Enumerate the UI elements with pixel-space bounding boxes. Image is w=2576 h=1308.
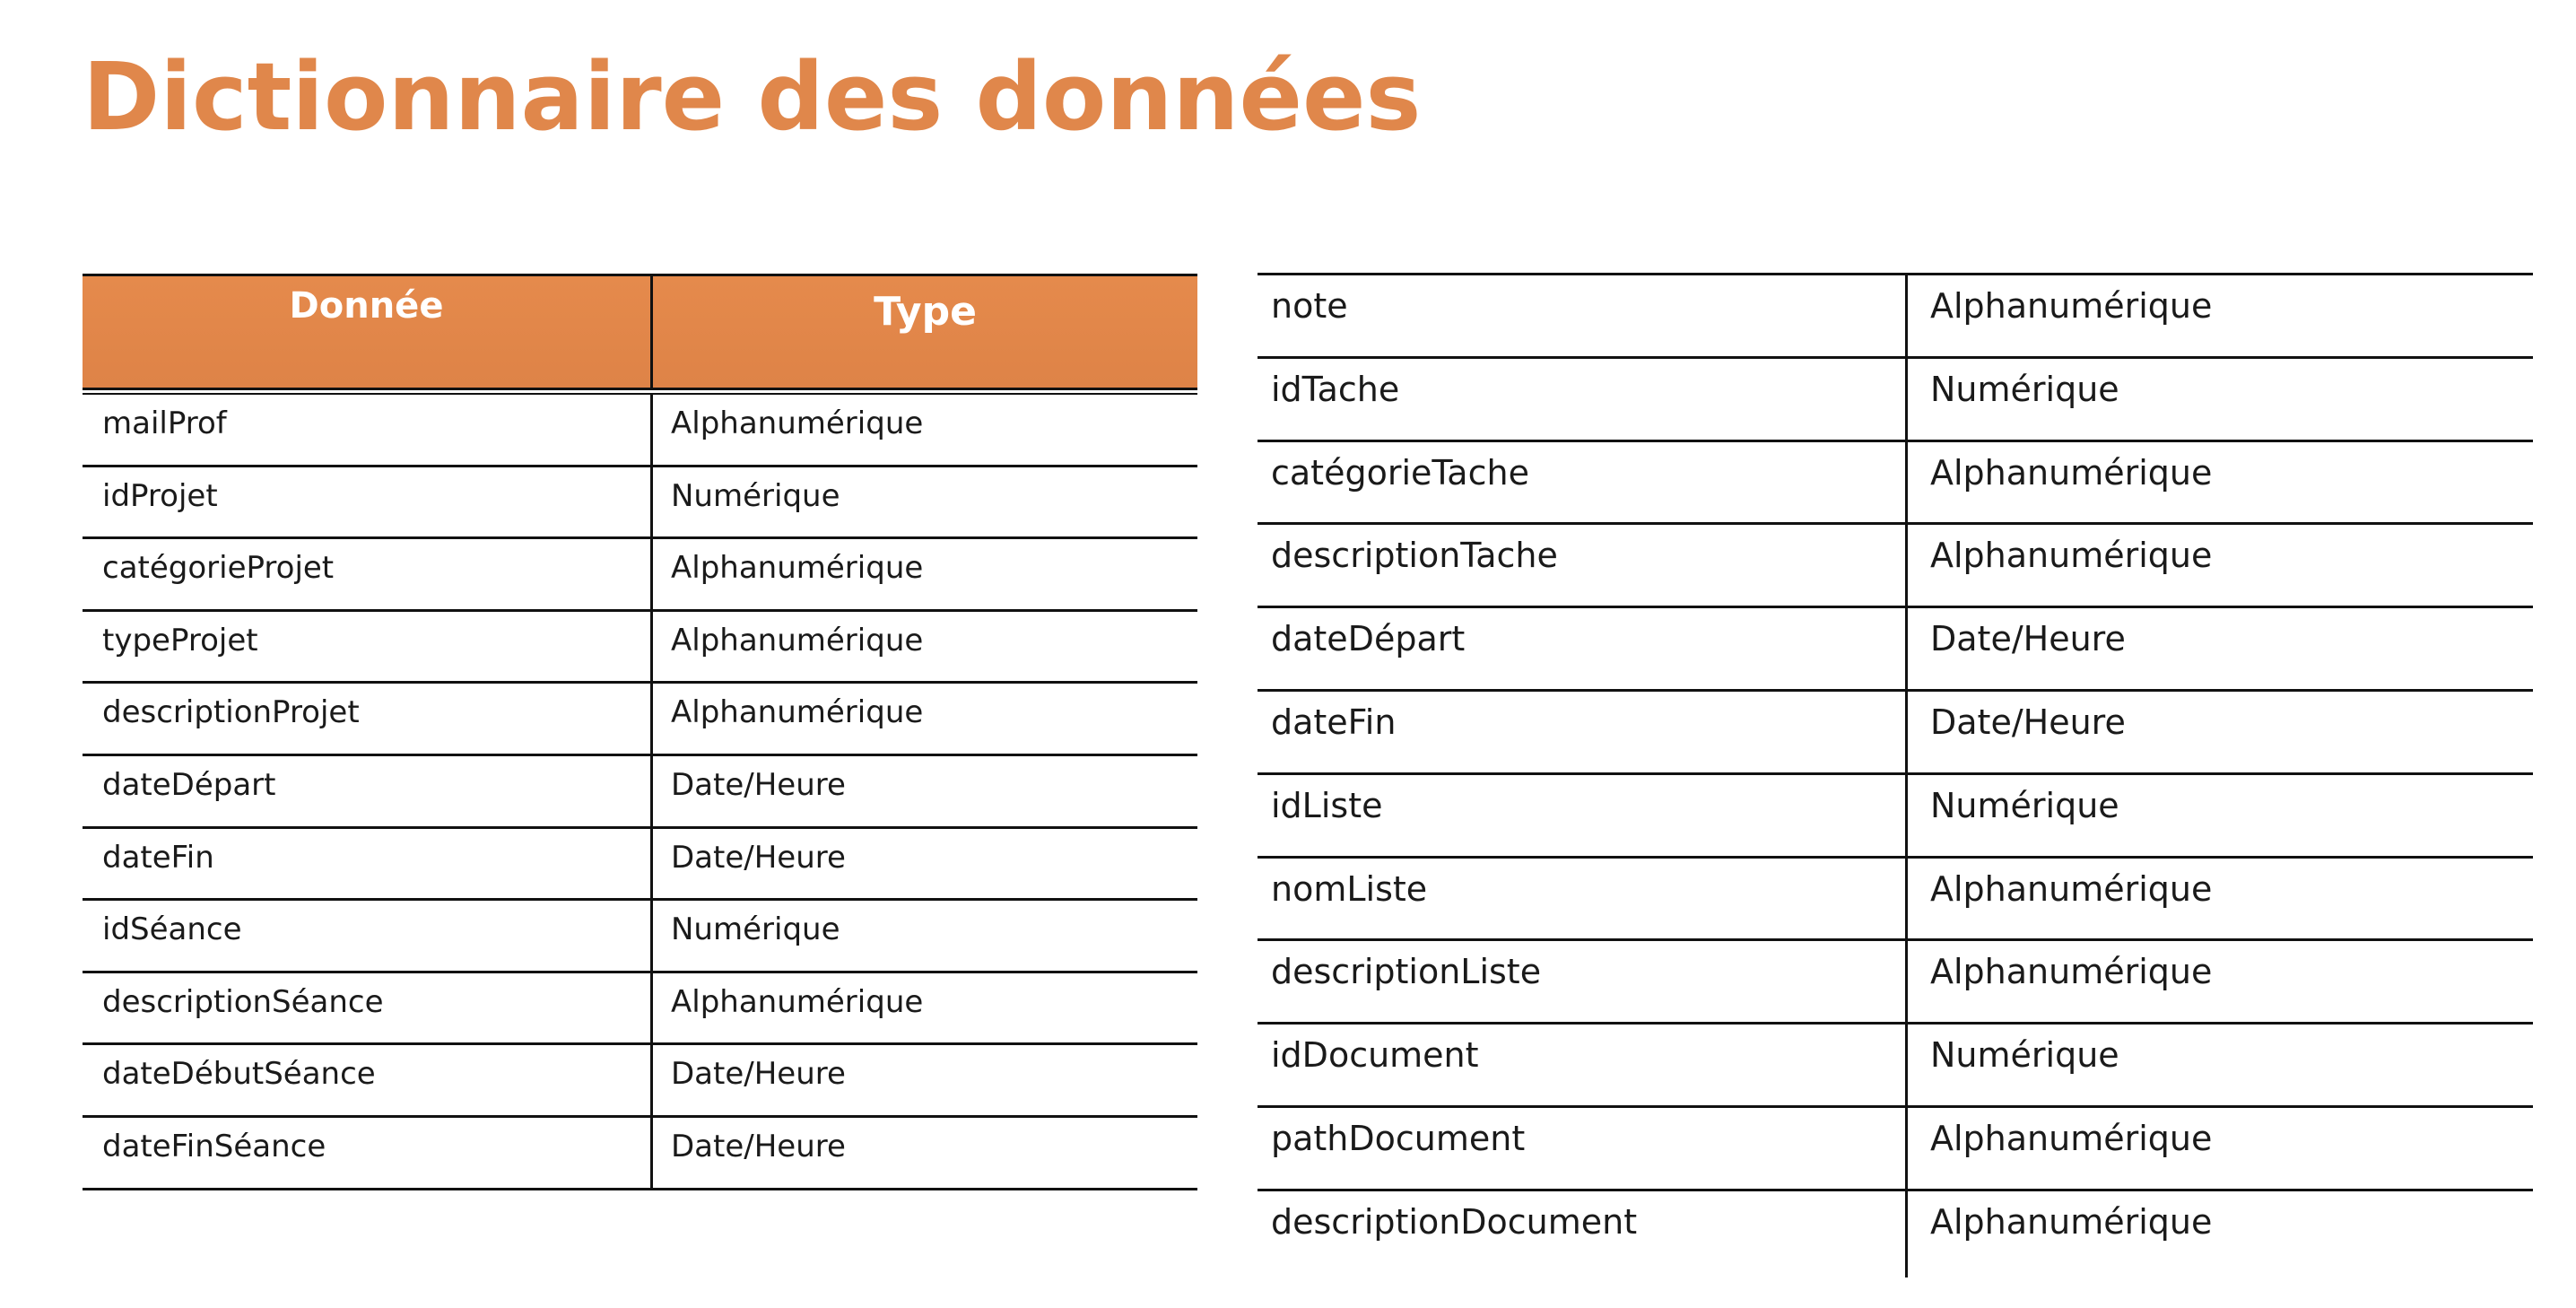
field-type-cell: Alphanumérique <box>671 983 924 1020</box>
table-row: dateFin Date/Heure <box>83 828 1197 902</box>
field-name-cell: idProjet <box>83 467 653 537</box>
table-row: dateDépart Date/Heure <box>1258 608 2533 692</box>
field-type-cell: Alphanumérique <box>1930 536 2213 576</box>
table-body: note Alphanumérique idTache Numérique catégo… <box>1258 275 2533 1277</box>
field-name-cell: descriptionSéance <box>83 972 653 1043</box>
field-type-cell: Date/Heure <box>1930 619 2126 659</box>
field-type-cell: Alphanumérique <box>1930 952 2213 992</box>
field-name-cell: descriptionListe <box>1258 941 1908 1023</box>
table-row: idTache Numérique <box>1258 358 2533 442</box>
field-name-cell: dateFinSéance <box>83 1117 653 1188</box>
table-row: descriptionTache Alphanumérique <box>1258 525 2533 609</box>
field-type-cell: Alphanumérique <box>671 694 924 731</box>
table-row: descriptionListe Alphanumérique <box>1258 941 2533 1025</box>
field-type-cell: Numérique <box>671 477 840 514</box>
data-dictionary-table-right: note Alphanumérique idTache Numérique catégo… <box>1258 273 2533 1277</box>
field-type-cell: Date/Heure <box>1930 702 2126 742</box>
field-type-cell: Date/Heure <box>671 766 846 803</box>
table-row: catégorieTache Alphanumérique <box>1258 441 2533 526</box>
field-type-cell: Alphanumérique <box>671 622 924 658</box>
table-row: idListe Numérique <box>1258 774 2533 859</box>
table-body: mailProf Alphanumérique idProjet Numérique c… <box>83 395 1197 1190</box>
field-name-cell: descriptionProjet <box>83 684 653 754</box>
field-type-cell: Alphanumérique <box>1930 286 2213 326</box>
table-row: idDocument Numérique <box>1258 1025 2533 1108</box>
field-name-cell: catégorieTache <box>1258 441 1908 523</box>
field-type-cell: Date/Heure <box>671 1128 846 1164</box>
field-type-cell: Alphanumérique <box>1930 1118 2213 1158</box>
field-name-cell: descriptionDocument <box>1258 1190 1908 1277</box>
table-row: descriptionProjet Alphanumérique <box>83 684 1197 756</box>
field-name-cell: idListe <box>1258 774 1908 856</box>
field-type-cell: Numérique <box>1930 785 2119 825</box>
table-row: note Alphanumérique <box>1258 275 2533 359</box>
table-row: descriptionDocument Alphanumérique <box>1258 1190 2533 1277</box>
table-row: dateFin Date/Heure <box>1258 691 2533 775</box>
field-name-cell: dateDébutSéance <box>83 1045 653 1115</box>
field-name-cell: note <box>1258 275 1908 356</box>
table-row: dateFinSéance Date/Heure <box>83 1117 1197 1190</box>
field-name-cell: pathDocument <box>1258 1107 1908 1189</box>
field-name-cell: dateDépart <box>83 755 653 826</box>
field-name-cell: dateFin <box>1258 691 1908 772</box>
field-name-cell: idSéance <box>83 901 653 971</box>
table-row: mailProf Alphanumérique <box>83 395 1197 467</box>
table-row: dateDébutSéance Date/Heure <box>83 1045 1197 1118</box>
table-row: dateDépart Date/Heure <box>83 755 1197 829</box>
field-type-cell: Alphanumérique <box>1930 452 2213 493</box>
field-name-cell: dateFin <box>83 828 653 899</box>
field-type-cell: Alphanumérique <box>671 550 924 587</box>
field-name-cell: dateDépart <box>1258 608 1908 689</box>
table-header: Donnée Type <box>83 274 1197 388</box>
table-row: catégorieProjet Alphanumérique <box>83 539 1197 612</box>
field-type-cell: Numérique <box>1930 1035 2119 1076</box>
data-dictionary-table-left: Donnée Type mailProf Alphanumérique idProj… <box>83 274 1197 1190</box>
header-type: Type <box>874 289 977 335</box>
field-type-cell: Alphanumérique <box>1930 868 2213 909</box>
field-type-cell: Numérique <box>671 911 840 948</box>
table-row: idProjet Numérique <box>83 467 1197 540</box>
field-name-cell: mailProf <box>83 395 653 465</box>
field-type-cell: Alphanumérique <box>1930 1201 2213 1242</box>
field-name-cell: descriptionTache <box>1258 525 1908 606</box>
table-row: descriptionSéance Alphanumérique <box>83 972 1197 1046</box>
field-name-cell: idTache <box>1258 358 1908 440</box>
table-row: typeProjet Alphanumérique <box>83 611 1197 685</box>
field-name-cell: catégorieProjet <box>83 539 653 609</box>
field-name-cell: typeProjet <box>83 611 653 682</box>
table-row: pathDocument Alphanumérique <box>1258 1107 2533 1191</box>
field-type-cell: Alphanumérique <box>671 405 924 441</box>
field-type-cell: Date/Heure <box>671 839 846 876</box>
field-name-cell: nomListe <box>1258 858 1908 939</box>
field-type-cell: Numérique <box>1930 369 2119 409</box>
header-double-rule <box>83 388 1197 395</box>
table-row: idSéance Numérique <box>83 901 1197 973</box>
field-type-cell: Date/Heure <box>671 1056 846 1093</box>
field-name-cell: idDocument <box>1258 1025 1908 1105</box>
header-donnee: Donnée <box>83 276 653 388</box>
table-row: nomListe Alphanumérique <box>1258 858 2533 942</box>
page-title: Dictionnaire des données <box>83 42 1422 152</box>
